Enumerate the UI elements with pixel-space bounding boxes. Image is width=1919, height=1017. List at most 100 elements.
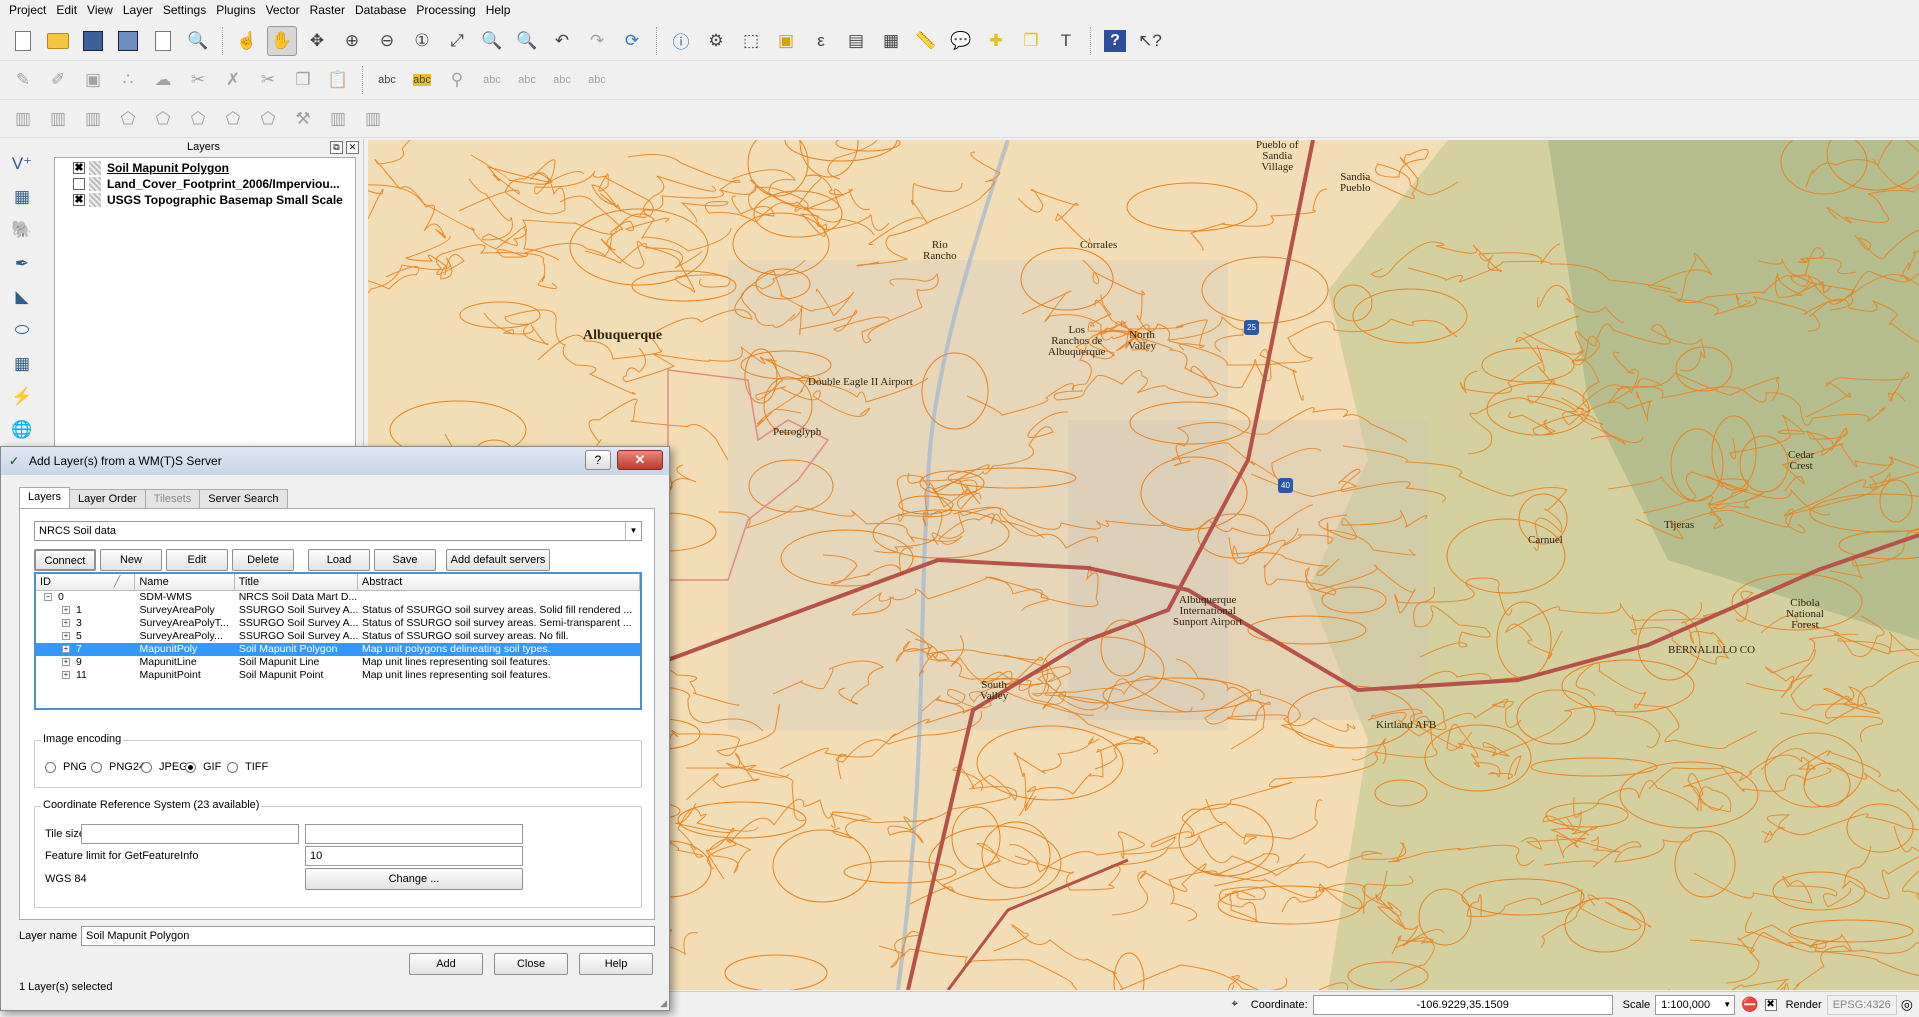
pin-labels-button[interactable]: abc	[407, 65, 437, 95]
zoom-in-button[interactable]: ⊕	[337, 26, 367, 56]
menu-vector[interactable]: Vector	[261, 0, 305, 21]
table-row[interactable]: −0 SDM-WMS NRCS Soil Data Mart D...	[36, 591, 640, 604]
select-features-button[interactable]: ⬚	[736, 26, 766, 56]
tab-tilesets[interactable]: Tilesets	[144, 489, 201, 508]
identify-button[interactable]: ⓘ	[666, 26, 696, 56]
new-bookmark-button[interactable]: ✚	[981, 26, 1011, 56]
rotate-label-button[interactable]: abc	[547, 65, 577, 95]
table-row[interactable]: +5 SurveyAreaPoly... SSURGO Soil Survey A.…	[36, 630, 640, 643]
tree-expander-icon[interactable]: +	[62, 645, 70, 654]
measure-button[interactable]: 📏	[911, 26, 941, 56]
tree-expander-icon[interactable]: −	[44, 593, 52, 602]
field-calculator-button[interactable]: ▦	[876, 26, 906, 56]
change-label-button[interactable]: abc	[582, 65, 612, 95]
encoding-radio-png[interactable]: PNG	[45, 761, 87, 773]
menu-plugins[interactable]: Plugins	[211, 0, 260, 21]
tab-server-search[interactable]: Server Search	[199, 489, 288, 508]
tile-width-input[interactable]	[81, 824, 299, 844]
zoom-layer-button[interactable]: 🔍	[512, 26, 542, 56]
reshape-button[interactable]: ⚒	[288, 104, 318, 134]
table-row[interactable]: +3 SurveyAreaPolyT... SSURGO Soil Survey A…	[36, 617, 640, 630]
tab-layers[interactable]: Layers	[19, 487, 71, 508]
column-header-title[interactable]: Title	[235, 574, 358, 590]
save-edits-button[interactable]: ▣	[78, 65, 108, 95]
select-expression-button[interactable]: ε	[806, 26, 836, 56]
edit-button[interactable]: Edit	[166, 549, 228, 571]
add-wcs-layer-button[interactable]: ⚡	[7, 382, 37, 411]
add-part-button[interactable]: ⬠	[183, 104, 213, 134]
coordinate-toggle-icon[interactable]: ⌖	[1232, 998, 1238, 1011]
new-project-button[interactable]	[8, 26, 38, 56]
messages-icon[interactable]: ◎	[1901, 996, 1913, 1013]
save-project-button[interactable]	[78, 26, 108, 56]
wms-layers-table[interactable]: ID ╱ Name Title Abstract −0 SDM-WMS NRCS So…	[34, 572, 642, 710]
table-row[interactable]: +11 MapunitPoint Soil Mapunit Point Map uni…	[36, 669, 640, 682]
toggle-editing-button[interactable]: ✎	[8, 65, 38, 95]
encoding-radio-gif[interactable]: GIF	[185, 761, 221, 773]
resize-grip-icon[interactable]: ◢	[660, 998, 667, 1009]
zoom-out-button[interactable]: ⊖	[372, 26, 402, 56]
tree-expander-icon[interactable]: +	[62, 632, 70, 641]
scale-combo[interactable]: 1:100,000 ▼	[1655, 994, 1736, 1015]
close-button[interactable]: Close	[494, 953, 568, 975]
change-crs-button[interactable]: Change ...	[305, 868, 523, 890]
layer-item[interactable]: ✖ USGS Topographic Basemap Small Scale	[55, 192, 355, 208]
column-header-abstract[interactable]: Abstract	[358, 574, 640, 590]
highlight-pinned-button[interactable]: ⚲	[442, 65, 472, 95]
menu-processing[interactable]: Processing	[411, 0, 480, 21]
zoom-full-button[interactable]: ⤢	[442, 26, 472, 56]
tree-expander-icon[interactable]: +	[62, 658, 70, 667]
new-print-composer-button[interactable]	[148, 26, 178, 56]
zoom-selection-button[interactable]: 🔍	[477, 26, 507, 56]
zoom-last-button[interactable]: ↶	[547, 26, 577, 56]
merge-features-button[interactable]: ▥	[358, 104, 388, 134]
float-panel-icon[interactable]: ⧉	[330, 141, 343, 154]
tab-layer-order[interactable]: Layer Order	[69, 489, 146, 508]
coordinate-field[interactable]: -106.9229,35.1509	[1312, 994, 1613, 1015]
text-annotation-button[interactable]: T	[1051, 26, 1081, 56]
add-postgis-layer-button[interactable]: 🐘	[7, 216, 37, 245]
menu-help[interactable]: Help	[481, 0, 516, 21]
move-label-button[interactable]: abc	[512, 65, 542, 95]
add-spatialite-layer-button[interactable]: ✒	[7, 249, 37, 278]
add-oracle-layer-button[interactable]: ⬭	[7, 316, 37, 345]
menu-project[interactable]: Project	[4, 0, 51, 21]
delete-selected-button[interactable]: ✗	[218, 65, 248, 95]
encoding-radio-jpeg[interactable]: JPEG	[141, 761, 188, 773]
copy-features-button[interactable]: ❐	[288, 65, 318, 95]
undo-button[interactable]: ▥	[8, 104, 38, 134]
add-mssql-layer-button[interactable]: ◣	[7, 282, 37, 311]
pan-to-selection-button[interactable]: ✥	[302, 26, 332, 56]
delete-ring-button[interactable]: ⬠	[253, 104, 283, 134]
refresh-button[interactable]: ⟳	[617, 26, 647, 56]
help-button[interactable]: Help	[579, 953, 653, 975]
server-connection-combo[interactable]: NRCS Soil data ▼	[34, 521, 642, 541]
add-wfs-layer-button[interactable]: 🌐	[7, 416, 37, 445]
simplify-feature-button[interactable]: ⬠	[113, 104, 143, 134]
new-button[interactable]: New	[100, 549, 162, 571]
layer-labeling-button[interactable]: abc	[372, 65, 402, 95]
delete-button[interactable]: Delete	[232, 549, 294, 571]
dialog-help-button[interactable]: ?	[585, 450, 611, 470]
menu-layer[interactable]: Layer	[118, 0, 158, 21]
add-default-servers-button[interactable]: Add default servers	[446, 549, 550, 571]
column-header-id[interactable]: ID ╱	[36, 574, 136, 590]
help-contents-button[interactable]: ?	[1100, 26, 1130, 56]
show-hide-labels-button[interactable]: abc	[477, 65, 507, 95]
add-feature-button[interactable]: ∴	[113, 65, 143, 95]
close-panel-icon[interactable]: ✕	[346, 141, 359, 154]
stop-render-icon[interactable]: ⛔	[1741, 996, 1758, 1013]
layer-visibility-checkbox[interactable]: ✖	[73, 162, 85, 174]
move-feature-button[interactable]: ☁	[148, 65, 178, 95]
menu-settings[interactable]: Settings	[158, 0, 211, 21]
render-checkbox[interactable]: ✖	[1764, 998, 1777, 1011]
node-tool-button[interactable]: ✂	[183, 65, 213, 95]
touch-zoom-button[interactable]: ☝	[232, 26, 262, 56]
add-vector-layer-button[interactable]: V⁺	[7, 149, 37, 178]
layer-visibility-checkbox[interactable]	[73, 178, 85, 190]
layer-item[interactable]: ✖ Soil Mapunit Polygon	[55, 160, 355, 176]
show-bookmarks-button[interactable]: ❐	[1016, 26, 1046, 56]
encoding-radio-png24[interactable]: PNG24	[91, 761, 145, 773]
add-button[interactable]: Add	[409, 953, 483, 975]
tile-height-input[interactable]	[305, 824, 523, 844]
